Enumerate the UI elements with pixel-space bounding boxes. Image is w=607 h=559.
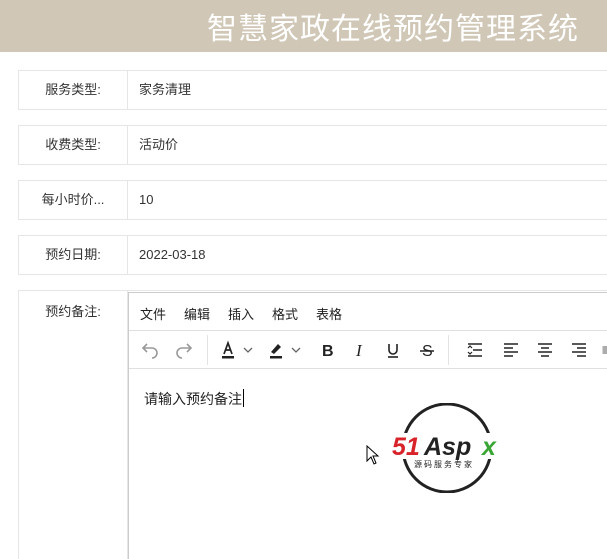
- hourly-price-row: 每小时价... 10: [18, 180, 607, 220]
- watermark-tagline: 源码服务专家: [414, 459, 474, 469]
- fee-type-label: 收费类型:: [19, 126, 128, 164]
- fee-type-row: 收费类型: 活动价: [18, 125, 607, 165]
- menu-insert[interactable]: 插入: [228, 304, 254, 323]
- toolbar-divider: [207, 335, 208, 365]
- appointment-date-row: 预约日期: 2022-03-18: [18, 235, 607, 275]
- underline-icon[interactable]: [381, 337, 405, 363]
- app-header: 智慧家政在线预约管理系统: [0, 0, 607, 52]
- align-center-icon[interactable]: [532, 337, 558, 363]
- editor-content[interactable]: 请输入预约备注: [144, 389, 244, 409]
- brand-watermark-logo: 51 Asp x 源码服务专家: [390, 402, 520, 494]
- hourly-price-label: 每小时价...: [19, 181, 128, 219]
- app-title: 智慧家政在线预约管理系统: [207, 12, 579, 47]
- text-caret: [243, 389, 244, 407]
- watermark-brand-text: 51: [392, 433, 420, 461]
- redo-icon[interactable]: [171, 337, 197, 363]
- hourly-price-value: 10: [139, 192, 154, 207]
- chevron-down-icon[interactable]: [241, 337, 255, 363]
- appointment-note-label: 预约备注:: [19, 291, 128, 559]
- editor-placeholder-text: 请输入预约备注: [144, 391, 242, 407]
- align-left-icon[interactable]: [498, 337, 524, 363]
- svg-text:B: B: [322, 343, 334, 359]
- align-right-icon[interactable]: [566, 337, 592, 363]
- service-type-value: 家务清理: [139, 82, 192, 97]
- menu-format[interactable]: 格式: [272, 304, 298, 323]
- editor-menubar: 文件 编辑 插入 格式 表格: [129, 293, 607, 331]
- watermark-brand-text-tail: Asp: [423, 433, 471, 461]
- strikethrough-icon[interactable]: S: [415, 337, 439, 363]
- fee-type-value: 活动价: [139, 137, 179, 152]
- align-justify-icon[interactable]: [601, 337, 607, 363]
- service-type-row: 服务类型: 家务清理: [18, 70, 607, 110]
- bold-icon[interactable]: B: [315, 337, 339, 363]
- toolbar-divider: [448, 335, 449, 365]
- watermark-brand-text-x: x: [480, 433, 497, 461]
- mouse-pointer-icon: [366, 444, 380, 470]
- editor-toolbar: B I S: [129, 331, 607, 369]
- appointment-date-label: 预约日期:: [19, 236, 128, 274]
- line-height-icon[interactable]: [462, 337, 488, 363]
- menu-file[interactable]: 文件: [140, 304, 166, 323]
- rich-text-editor[interactable]: 文件 编辑 插入 格式 表格 B I S 请输入预约备注: [128, 292, 607, 559]
- appointment-date-value: 2022-03-18: [139, 247, 206, 262]
- highlight-color-icon[interactable]: [263, 337, 289, 363]
- font-color-icon[interactable]: [215, 337, 241, 363]
- service-type-label: 服务类型:: [19, 71, 128, 109]
- chevron-down-icon[interactable]: [289, 337, 303, 363]
- svg-text:I: I: [355, 341, 363, 359]
- italic-icon[interactable]: I: [348, 337, 372, 363]
- undo-icon[interactable]: [137, 337, 163, 363]
- menu-edit[interactable]: 编辑: [184, 304, 210, 323]
- menu-table[interactable]: 表格: [316, 304, 342, 323]
